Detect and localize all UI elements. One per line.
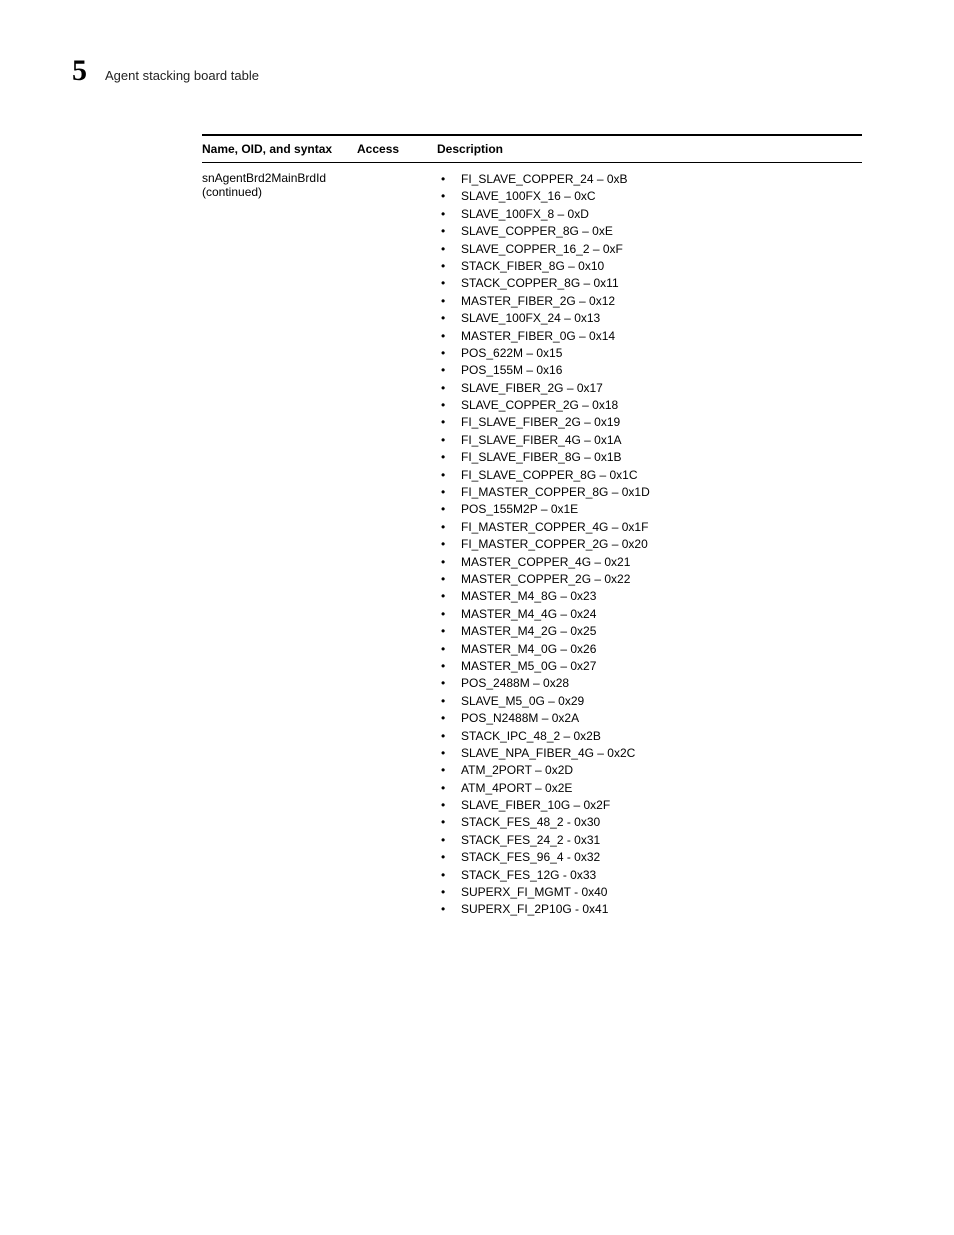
col-header-access: Access (357, 142, 437, 156)
list-item: SLAVE_FIBER_2G – 0x17 (437, 380, 862, 397)
list-item: POS_N2488M – 0x2A (437, 710, 862, 727)
list-item: FI_MASTER_COPPER_2G – 0x20 (437, 536, 862, 553)
list-item: FI_SLAVE_FIBER_8G – 0x1B (437, 449, 862, 466)
oid-name: snAgentBrd2MainBrdId (202, 171, 357, 185)
col-header-name: Name, OID, and syntax (202, 142, 357, 156)
list-item: POS_155M2P – 0x1E (437, 501, 862, 518)
list-item: MASTER_FIBER_0G – 0x14 (437, 328, 862, 345)
page-header: 5 Agent stacking board table (72, 56, 882, 86)
list-item: SLAVE_COPPER_2G – 0x18 (437, 397, 862, 414)
list-item: POS_155M – 0x16 (437, 362, 862, 379)
list-item: FI_SLAVE_FIBER_4G – 0x1A (437, 432, 862, 449)
list-item: MASTER_M4_2G – 0x25 (437, 623, 862, 640)
list-item: SUPERX_FI_2P10G - 0x41 (437, 901, 862, 918)
list-item: SLAVE_100FX_24 – 0x13 (437, 310, 862, 327)
list-item: SLAVE_COPPER_16_2 – 0xF (437, 241, 862, 258)
list-item: ATM_2PORT – 0x2D (437, 762, 862, 779)
list-item: STACK_FES_48_2 - 0x30 (437, 814, 862, 831)
board-table: Name, OID, and syntax Access Description… (202, 134, 862, 919)
table-row: snAgentBrd2MainBrdId (continued) FI_SLAV… (202, 163, 862, 919)
list-item: STACK_COPPER_8G – 0x11 (437, 275, 862, 292)
list-item: POS_2488M – 0x28 (437, 675, 862, 692)
list-item: MASTER_COPPER_2G – 0x22 (437, 571, 862, 588)
list-item: POS_622M – 0x15 (437, 345, 862, 362)
list-item: FI_SLAVE_COPPER_24 – 0xB (437, 171, 862, 188)
chapter-title: Agent stacking board table (105, 68, 259, 83)
list-item: MASTER_FIBER_2G – 0x12 (437, 293, 862, 310)
page: 5 Agent stacking board table Name, OID, … (0, 0, 954, 1235)
list-item: STACK_FES_12G - 0x33 (437, 867, 862, 884)
cell-name: snAgentBrd2MainBrdId (continued) (202, 171, 357, 919)
oid-continued-label: (continued) (202, 185, 357, 199)
list-item: STACK_FIBER_8G – 0x10 (437, 258, 862, 275)
list-item: MASTER_M5_0G – 0x27 (437, 658, 862, 675)
chapter-number: 5 (72, 56, 87, 86)
list-item: MASTER_M4_8G – 0x23 (437, 588, 862, 605)
list-item: ATM_4PORT – 0x2E (437, 780, 862, 797)
list-item: FI_SLAVE_COPPER_8G – 0x1C (437, 467, 862, 484)
list-item: FI_MASTER_COPPER_8G – 0x1D (437, 484, 862, 501)
list-item: FI_SLAVE_FIBER_2G – 0x19 (437, 414, 862, 431)
list-item: STACK_FES_24_2 - 0x31 (437, 832, 862, 849)
cell-access (357, 171, 437, 919)
list-item: SLAVE_NPA_FIBER_4G – 0x2C (437, 745, 862, 762)
list-item: STACK_IPC_48_2 – 0x2B (437, 728, 862, 745)
list-item: SLAVE_M5_0G – 0x29 (437, 693, 862, 710)
list-item: SLAVE_FIBER_10G – 0x2F (437, 797, 862, 814)
cell-description: FI_SLAVE_COPPER_24 – 0xBSLAVE_100FX_16 –… (437, 171, 862, 919)
table-header-row: Name, OID, and syntax Access Description (202, 134, 862, 163)
col-header-description: Description (437, 142, 862, 156)
list-item: STACK_FES_96_4 - 0x32 (437, 849, 862, 866)
list-item: MASTER_M4_0G – 0x26 (437, 641, 862, 658)
list-item: FI_MASTER_COPPER_4G – 0x1F (437, 519, 862, 536)
list-item: MASTER_COPPER_4G – 0x21 (437, 554, 862, 571)
list-item: MASTER_M4_4G – 0x24 (437, 606, 862, 623)
list-item: SLAVE_100FX_8 – 0xD (437, 206, 862, 223)
description-list: FI_SLAVE_COPPER_24 – 0xBSLAVE_100FX_16 –… (437, 171, 862, 919)
list-item: SLAVE_100FX_16 – 0xC (437, 188, 862, 205)
list-item: SUPERX_FI_MGMT - 0x40 (437, 884, 862, 901)
list-item: SLAVE_COPPER_8G – 0xE (437, 223, 862, 240)
